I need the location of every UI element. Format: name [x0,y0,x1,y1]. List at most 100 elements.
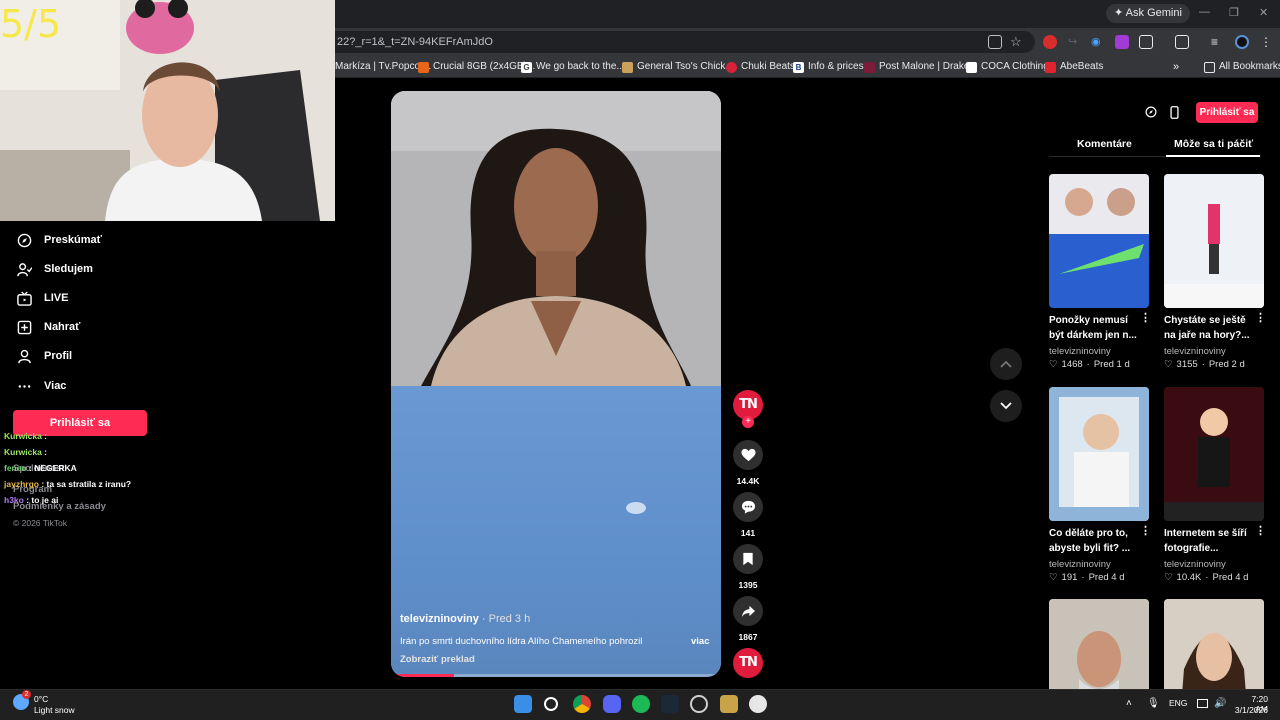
obs-icon[interactable] [690,695,708,713]
share-icon [741,605,755,617]
video-author[interactable]: televizninoviny · Pred 3 h [400,613,530,625]
volume-icon[interactable]: 🔊 [1214,698,1226,709]
video-author[interactable]: televizninoviny [1049,346,1111,357]
video-title[interactable]: Internetem se šíří fotografie... [1164,526,1256,556]
video-title[interactable]: Co děláte pro to, abyste byli fit? ... [1049,526,1141,556]
comment-button[interactable] [733,492,763,522]
chrome-icon[interactable] [573,695,591,713]
search-icon[interactable] [544,697,558,711]
chat-message: Kurwicka : [4,431,47,441]
game-launcher-icon[interactable] [720,695,738,713]
video-title[interactable]: Ponožky nemusí být dárkem jen n... [1049,313,1141,343]
sidebar-item-more[interactable]: Viac [16,375,66,397]
video-thumbnail[interactable] [1049,174,1149,308]
meta-separator: · [1205,572,1209,583]
extension-red-icon[interactable] [1043,35,1057,49]
video-author[interactable]: televizninoviny [1164,559,1226,570]
sidebar-item-upload[interactable]: Nahrať [16,316,80,338]
share-count: 1867 [738,632,758,642]
like-button[interactable] [733,440,763,470]
video-likes: 10.4K [1176,572,1202,583]
get-app-button[interactable] [1164,102,1184,122]
steam-icon[interactable] [661,695,679,713]
chat-separator: : [38,479,45,489]
video-meta: ♡ 1468 · Pred 1 d [1049,359,1130,370]
share-button[interactable] [733,596,763,626]
bookmark-star-icon[interactable]: ☆ [1010,35,1024,49]
tab-search-icon[interactable] [1175,35,1189,49]
active-tab-indicator [1166,155,1260,157]
bookmark-item[interactable]: General Tso's Chick... [622,58,734,76]
follow-button[interactable]: + [742,416,754,428]
ask-gemini-label: Ask Gemini [1125,7,1182,19]
next-video-button[interactable] [990,390,1022,422]
tab-comments[interactable]: Komentáre [1077,138,1132,150]
sidebar-item-explore[interactable]: Preskúmať [16,229,102,251]
sidebar-item-following[interactable]: Sledujem [16,258,93,280]
sparkle-icon: ✦ [1114,7,1124,19]
close-window-icon[interactable]: ✕ [1259,6,1268,19]
sidebar-item-label: LIVE [44,292,69,304]
address-bar[interactable]: 22?_r=1&_t=ZN-94KEFrAmJdO [335,31,1035,53]
browser-menu-icon[interactable]: ⋮ [1260,35,1274,49]
video-progress-bar[interactable] [391,674,721,677]
bookmark-item[interactable]: B Info & prices [793,58,864,76]
network-icon[interactable] [1197,699,1208,708]
more-bookmarks-button[interactable]: » [1173,58,1179,76]
extension-purple-icon[interactable] [1115,35,1129,49]
bookmark-item[interactable]: Crucial 8GB (2x4GB)... [418,58,535,76]
tab-you-may-like[interactable]: Môže sa ti páčiť [1174,138,1253,150]
show-translation-button[interactable]: Zobraziť preklad [400,654,475,665]
chat-separator: : [26,463,32,473]
clock-date[interactable]: 3/1/2026 [1230,705,1268,715]
minimize-icon[interactable]: — [1199,6,1210,18]
bookmark-item[interactable]: Post Malone | Drake... [864,58,978,76]
chevron-down-icon [1000,402,1012,410]
extension-arrow-icon[interactable]: ↪ [1068,35,1082,49]
bookmark-item[interactable]: COCA Clothing [966,58,1049,76]
video-author[interactable]: televizninoviny [1049,559,1111,570]
more-options-icon[interactable]: ⋮ [1140,311,1151,324]
header-login-button[interactable]: Prihlásiť sa [1196,102,1258,123]
sidebar-item-profile[interactable]: Profil [16,345,72,367]
compass-button[interactable] [1141,102,1161,122]
bookmark-item[interactable]: AbeBeats [1045,58,1103,76]
bookmark-item[interactable]: Chuki Beats [726,58,795,76]
language-indicator[interactable]: ENG [1169,698,1187,708]
more-options-icon[interactable]: ⋮ [1255,524,1266,537]
bookmark-item[interactable]: Markíza | Tv.Popcor... [335,58,431,76]
video-thumbnail[interactable] [1164,387,1264,521]
sidebar-item-live[interactable]: LIVE [16,287,68,309]
save-button[interactable] [733,544,763,574]
bookmark-label: AbeBeats [1060,61,1104,72]
install-app-icon[interactable] [988,35,1002,49]
extension-wave-icon[interactable]: ◉ [1091,35,1105,49]
profile-avatar-icon[interactable] [1235,35,1249,49]
bookmark-item[interactable]: G We go back to the... [521,58,625,76]
windows-start-icon[interactable] [514,695,532,713]
video-meta: ♡ 10.4K · Pred 4 d [1164,572,1248,583]
video-thumbnail[interactable] [1164,174,1264,308]
more-options-icon[interactable]: ⋮ [1140,524,1151,537]
restore-icon[interactable]: ❐ [1229,6,1239,19]
bookmark-icon [743,552,753,566]
more-options-icon[interactable]: ⋮ [1255,311,1266,324]
video-thumbnail[interactable] [1049,387,1149,521]
reading-list-icon[interactable]: ≡ [1211,35,1225,49]
video-author[interactable]: televizninoviny [1164,346,1226,357]
all-bookmarks-button[interactable]: All Bookmarks [1204,58,1280,76]
microphone-icon[interactable]: 🎙 [1147,698,1160,709]
video-title[interactable]: Chystáte se ještě na jaře na hory?... [1164,313,1256,343]
tray-overflow-icon[interactable]: ˄ [1126,698,1132,709]
discord-icon[interactable] [603,695,621,713]
previous-video-button[interactable] [990,348,1022,380]
video-time: · Pred 3 h [478,613,531,625]
ask-gemini-button[interactable]: ✦ Ask Gemini [1106,4,1190,23]
extensions-puzzle-icon[interactable] [1139,35,1153,49]
music-disc-avatar[interactable]: TN [733,648,763,678]
video-player[interactable]: televizninoviny · Pred 3 h Irán po smrti… [391,91,721,677]
spotify-icon[interactable] [632,695,650,713]
app-icon[interactable] [749,695,767,713]
video-more-button[interactable]: viac [691,636,710,647]
video-age: Pred 1 d [1093,359,1130,370]
